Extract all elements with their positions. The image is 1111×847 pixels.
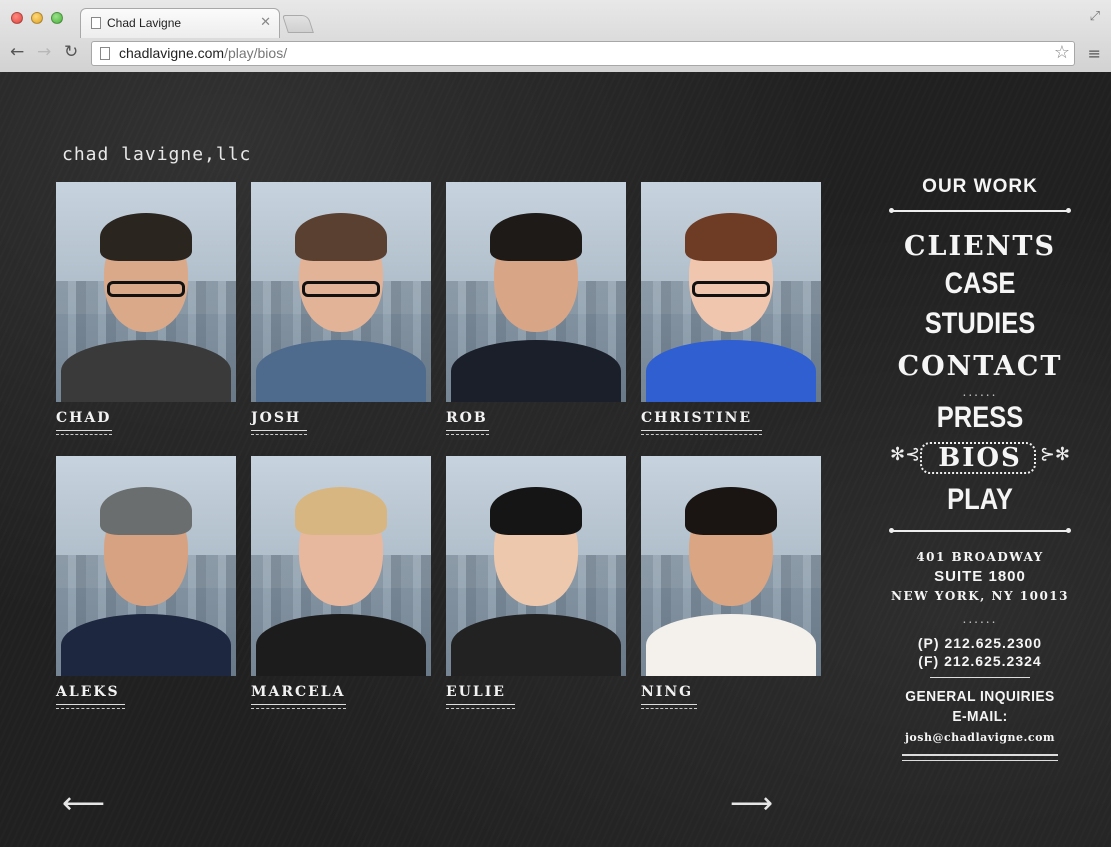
shirt <box>256 340 426 402</box>
tab-title: Chad Lavigne <box>107 16 182 30</box>
hair <box>685 212 777 261</box>
nav-contact-link[interactable]: CONTACT <box>890 350 1070 384</box>
underline-ornament <box>446 430 489 439</box>
fullscreen-icon[interactable]: ⤢ <box>1090 9 1100 24</box>
fax-number: (F) 212.625.2324 <box>918 653 1042 669</box>
underline-ornament <box>56 704 125 713</box>
back-icon[interactable]: ← <box>10 42 24 62</box>
divider <box>889 208 1071 218</box>
page-icon <box>91 17 101 29</box>
address-line-1: 401 BROADWAY <box>916 550 1044 564</box>
bio-card[interactable]: JOSH <box>251 182 431 439</box>
window-maximize-button[interactable] <box>51 12 63 24</box>
page-body: chad lavigne,llc CHAD JOSH ROB CHRISTINE ALE… <box>0 72 1111 847</box>
hair <box>100 486 192 535</box>
phone-number: (P) 212.625.2300 <box>917 635 1043 651</box>
portrait-photo[interactable] <box>56 456 236 676</box>
nav-clients-link[interactable]: CLIENTS <box>890 230 1070 264</box>
bio-name[interactable]: MARCELA <box>251 684 431 700</box>
nav-our-work: OUR WORK <box>922 176 1038 197</box>
close-tab-icon[interactable]: ✕ <box>260 15 271 30</box>
hair <box>295 212 387 261</box>
prev-arrow-icon[interactable]: ⟵ <box>62 786 105 821</box>
window-close-button[interactable] <box>11 12 23 24</box>
new-tab-button[interactable] <box>282 15 314 33</box>
bio-card[interactable]: CHAD <box>56 182 236 439</box>
glasses-icon <box>302 281 380 297</box>
portrait-photo[interactable] <box>56 182 236 402</box>
address-line-2: SUITE 1800 <box>934 568 1026 585</box>
email-heading: E-MAIL: <box>952 708 1008 725</box>
glasses-icon <box>692 281 770 297</box>
divider <box>889 528 1071 538</box>
hair <box>490 486 582 535</box>
url-text[interactable]: chadlavigne.com/play/bios/ <box>119 45 287 61</box>
underline-ornament <box>446 704 515 713</box>
portrait-photo[interactable] <box>251 456 431 676</box>
dot-divider: ...... <box>962 385 998 399</box>
nav-bios-active[interactable]: ✻⊰ BIOS ⊱✻ <box>890 438 1070 482</box>
underline-ornament <box>641 704 697 713</box>
email-link[interactable]: josh@chadlavigne.com <box>890 731 1070 744</box>
underline-ornament <box>251 430 307 439</box>
menu-icon[interactable]: ≡ <box>1088 44 1101 63</box>
bio-name[interactable]: CHAD <box>56 410 236 426</box>
glasses-icon <box>107 281 185 297</box>
browser-tab[interactable]: Chad Lavigne ✕ <box>80 8 280 38</box>
shirt <box>451 340 621 402</box>
portrait-photo[interactable] <box>446 456 626 676</box>
bookmark-star-icon[interactable]: ☆ <box>1054 42 1070 63</box>
inquiries-heading: GENERAL INQUIRIES <box>905 688 1055 705</box>
underline-ornament <box>641 430 762 439</box>
bio-name[interactable]: CHRISTINE <box>641 410 821 426</box>
bio-card[interactable]: NING <box>641 456 821 713</box>
url-path: /play/bios/ <box>224 45 288 61</box>
shirt <box>451 614 621 676</box>
underline-ornament <box>251 704 346 713</box>
browser-chrome: Chad Lavigne ✕ ⤢ ← → ↻ chadlavigne.com/p… <box>0 0 1111 73</box>
bio-card[interactable]: MARCELA <box>251 456 431 713</box>
ornament-icon: ⊱✻ <box>1039 444 1070 465</box>
site-nav: OUR WORK CLIENTS CASE STUDIES CONTACT ..… <box>889 172 1071 761</box>
dot-divider: ...... <box>962 612 998 626</box>
shirt <box>646 340 816 402</box>
bio-name[interactable]: JOSH <box>251 410 431 426</box>
hair <box>490 212 582 261</box>
shirt <box>256 614 426 676</box>
bio-card[interactable]: ALEKS <box>56 456 236 713</box>
nav-play-link[interactable]: PLAY <box>904 482 1057 518</box>
window-minimize-button[interactable] <box>31 12 43 24</box>
hair <box>685 486 777 535</box>
hair <box>295 486 387 535</box>
address-bar[interactable]: chadlavigne.com/play/bios/ ☆ <box>91 41 1075 66</box>
bio-name[interactable]: EULIE <box>446 684 626 700</box>
bio-name[interactable]: NING <box>641 684 821 700</box>
shirt <box>61 340 231 402</box>
shirt <box>646 614 816 676</box>
nav-press-link[interactable]: PRESS <box>904 400 1057 436</box>
bio-name[interactable]: ALEKS <box>56 684 236 700</box>
portrait-photo[interactable] <box>641 182 821 402</box>
bio-card[interactable]: ROB <box>446 182 626 439</box>
address-line-3: NEW YORK, NY 10013 <box>890 589 1069 603</box>
site-logo[interactable]: chad lavigne,llc <box>62 144 251 165</box>
forward-icon[interactable]: → <box>37 42 51 62</box>
portrait-photo[interactable] <box>641 456 821 676</box>
next-arrow-icon[interactable]: ⟶ <box>730 786 773 821</box>
divider <box>930 677 1030 679</box>
bio-card[interactable]: CHRISTINE <box>641 182 821 439</box>
page-icon <box>100 47 110 60</box>
shirt <box>61 614 231 676</box>
url-host: chadlavigne.com <box>119 45 225 61</box>
double-divider <box>902 754 1058 761</box>
nav-case-studies-link[interactable]: CASE STUDIES <box>904 264 1057 344</box>
hair <box>100 212 192 261</box>
bio-name[interactable]: ROB <box>446 410 626 426</box>
underline-ornament <box>56 430 112 439</box>
portrait-photo[interactable] <box>446 182 626 402</box>
portrait-photo[interactable] <box>251 182 431 402</box>
reload-icon[interactable]: ↻ <box>64 42 78 62</box>
bio-card[interactable]: EULIE <box>446 456 626 713</box>
